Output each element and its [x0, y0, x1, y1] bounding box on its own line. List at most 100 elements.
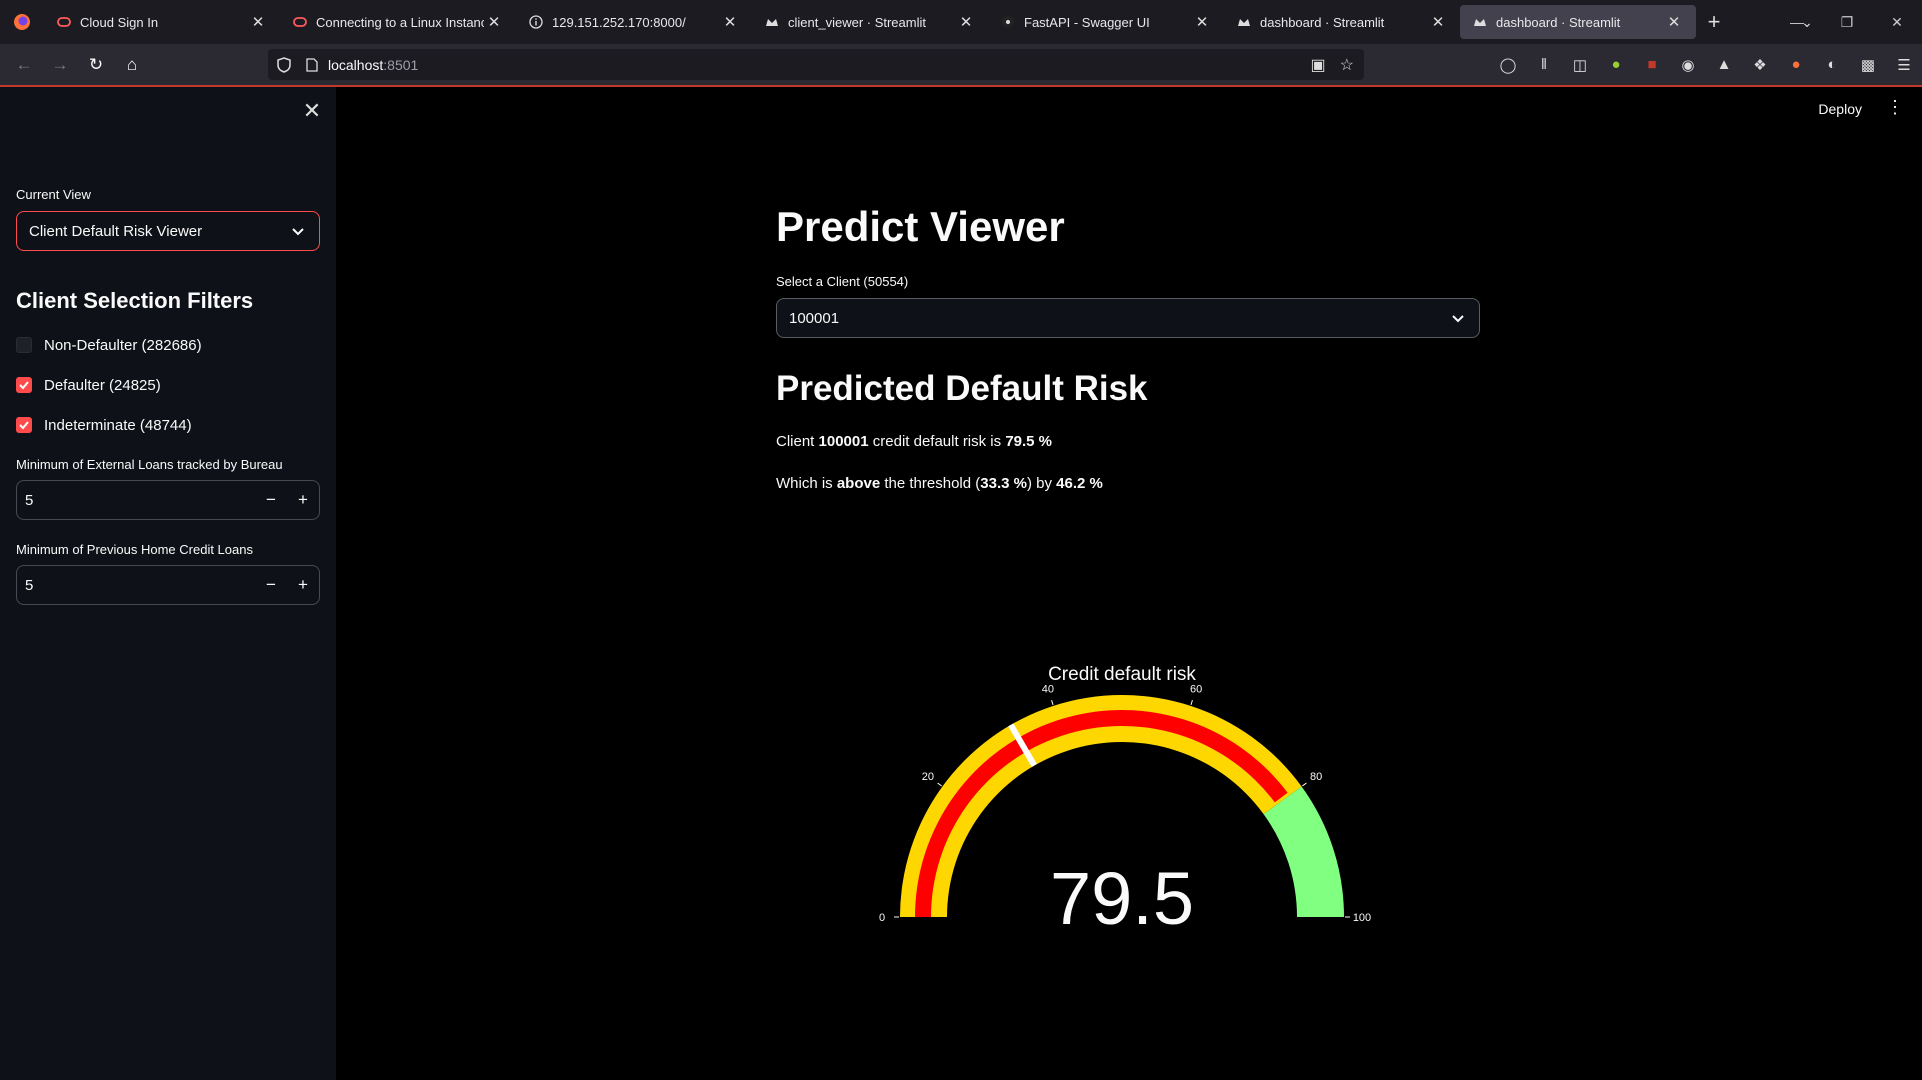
risk-sentence: Client 100001 credit default risk is 79.…: [776, 433, 1053, 450]
close-sidebar-icon[interactable]: ✕: [300, 99, 324, 123]
current-view-select[interactable]: Client Default Risk Viewer: [16, 211, 320, 251]
back-arrow-icon[interactable]: ←: [6, 49, 42, 81]
direction-word: above: [836, 475, 881, 492]
increment-button[interactable]: +: [287, 490, 319, 510]
main-content: Deploy ⋮ Predict Viewer Select a Client …: [336, 87, 1922, 1080]
firefox-logo-icon[interactable]: [0, 0, 44, 44]
window-controls: — ❐ ✕: [1772, 0, 1922, 44]
current-view-value: Client Default Risk Viewer: [29, 222, 203, 240]
sidebar-toggle-icon[interactable]: ◫: [1562, 56, 1598, 74]
close-tab-icon[interactable]: ✕: [956, 13, 976, 31]
url-bar[interactable]: localhost:8501 ▣ ☆: [268, 49, 1364, 80]
deploy-button[interactable]: Deploy: [1818, 101, 1862, 117]
chevron-down-icon: [292, 228, 304, 236]
browser-tab[interactable]: Connecting to a Linux Instance ✕: [280, 5, 516, 39]
client-id: 100001: [818, 433, 869, 450]
screen-share-icon[interactable]: ▣: [1311, 55, 1326, 75]
browser-tab[interactable]: dashboard · Streamlit ✕: [1224, 5, 1460, 39]
close-tab-icon[interactable]: ✕: [1192, 13, 1212, 31]
library-icon[interactable]: ‖: [1526, 56, 1562, 73]
browser-tab[interactable]: 129.151.252.170:8000/ ✕: [516, 5, 752, 39]
risk-value: 79.5 %: [1005, 433, 1053, 450]
checkbox-checked-icon[interactable]: [16, 377, 32, 393]
client-select-value: 100001: [789, 309, 840, 327]
tab-title: client_viewer · Streamlit: [788, 14, 926, 30]
sidebar: ✕ Current View Client Default Risk Viewe…: [0, 87, 336, 1080]
gauge-tick: [1302, 782, 1307, 787]
checkbox-checked-icon[interactable]: [16, 417, 32, 433]
pocket-icon[interactable]: ◯: [1490, 56, 1526, 74]
risk-heading: Predicted Default Risk: [776, 369, 1148, 408]
checkbox-box[interactable]: [16, 337, 32, 353]
extension-hat-icon[interactable]: ▲: [1706, 56, 1742, 73]
checkbox-indeterminate[interactable]: Indeterminate (48744): [16, 413, 192, 437]
gauge-tick-label: 80: [1310, 771, 1322, 783]
menu-icon[interactable]: ☰: [1886, 56, 1922, 74]
gauge-tick: [1051, 700, 1054, 706]
gauge-tick-label: 100: [1353, 912, 1371, 924]
threshold-sentence: Which is above the threshold (33.3 %) by…: [776, 475, 1103, 492]
difference-value: 46.2 %: [1056, 475, 1103, 492]
oracle-ring-icon: [56, 14, 72, 30]
close-tab-icon[interactable]: ✕: [248, 13, 268, 31]
gauge-tick: [937, 782, 942, 787]
extension-green-icon[interactable]: ●: [1598, 56, 1634, 73]
previous-loans-input[interactable]: 5 − +: [16, 565, 320, 605]
filters-title: Client Selection Filters: [16, 288, 254, 313]
more-options-icon[interactable]: ⋮: [1886, 97, 1904, 118]
browser-tab[interactable]: Cloud Sign In ✕: [44, 5, 280, 39]
checkbox-label: Non-Defaulter (282686): [44, 336, 202, 354]
extension-fox-icon[interactable]: ●: [1778, 56, 1814, 73]
minimize-icon[interactable]: —: [1772, 0, 1822, 44]
extension-glasses-icon[interactable]: ◐: [1814, 56, 1850, 73]
bureau-loans-value[interactable]: 5: [17, 492, 255, 509]
threshold-value: 33.3 %: [980, 475, 1027, 492]
browser-tab[interactable]: client_viewer · Streamlit ✕: [752, 5, 988, 39]
page-icon[interactable]: [300, 57, 324, 72]
close-tab-icon[interactable]: ✕: [1428, 13, 1448, 31]
reload-icon[interactable]: ↻: [78, 49, 114, 81]
extensions-puzzle-icon[interactable]: ❖: [1742, 56, 1778, 74]
swagger-icon: [1000, 14, 1016, 30]
bureau-loans-label: Minimum of External Loans tracked by Bur…: [16, 457, 283, 472]
previous-loans-value[interactable]: 5: [17, 577, 255, 594]
browser-tab[interactable]: dashboard · Streamlit ✕: [1460, 5, 1696, 39]
page-title: Predict Viewer: [776, 203, 1065, 250]
close-tab-icon[interactable]: ✕: [720, 13, 740, 31]
close-tab-icon[interactable]: ✕: [1664, 13, 1684, 31]
decrement-button[interactable]: −: [255, 490, 287, 510]
chevron-down-icon: [1452, 315, 1464, 323]
forward-arrow-icon[interactable]: →: [42, 49, 78, 81]
tab-title: dashboard · Streamlit: [1496, 14, 1621, 30]
shield-icon[interactable]: [268, 56, 300, 73]
client-select[interactable]: 100001: [776, 298, 1480, 338]
bookmark-star-icon[interactable]: ☆: [1340, 55, 1354, 75]
toolbar-icons: ◯ ‖ ◫ ● ■ ◉ ▲ ❖ ● ◐ ▩ ☰: [1490, 44, 1922, 85]
oracle-ring-icon: [292, 14, 308, 30]
gauge-title: Credit default risk: [1048, 664, 1196, 685]
extension-doc-icon[interactable]: ▩: [1850, 56, 1886, 74]
browser-nav-bar: ← → ↻ ⌂ localhost:8501 ▣ ☆ ◯ ‖ ◫ ● ■ ◉ ▲…: [0, 44, 1922, 85]
bureau-loans-input[interactable]: 5 − +: [16, 480, 320, 520]
gauge-tick-label: 40: [1042, 684, 1054, 696]
extension-w-icon[interactable]: ◉: [1670, 56, 1706, 74]
extension-ublock-icon[interactable]: ■: [1634, 56, 1670, 73]
new-tab-button[interactable]: +: [1696, 9, 1732, 35]
checkbox-non-defaulter[interactable]: Non-Defaulter (282686): [16, 333, 202, 357]
tab-title: Cloud Sign In: [80, 14, 159, 30]
info-icon: [528, 14, 544, 30]
close-tab-icon[interactable]: ✕: [484, 13, 504, 31]
gauge-tick-label: 60: [1190, 684, 1202, 696]
previous-loans-label: Minimum of Previous Home Credit Loans: [16, 542, 253, 557]
gauge-tick-label: 20: [922, 771, 934, 783]
checkbox-defaulter[interactable]: Defaulter (24825): [16, 373, 161, 397]
close-window-icon[interactable]: ✕: [1872, 0, 1922, 44]
browser-tab[interactable]: FastAPI - Swagger UI ✕: [988, 5, 1224, 39]
restore-icon[interactable]: ❐: [1822, 0, 1872, 44]
browser-tab-bar: Cloud Sign In ✕ Connecting to a Linux Inst…: [0, 0, 1922, 44]
decrement-button[interactable]: −: [255, 575, 287, 595]
home-icon[interactable]: ⌂: [114, 49, 150, 81]
current-view-label: Current View: [16, 187, 91, 202]
url-text[interactable]: localhost:8501: [328, 57, 418, 73]
increment-button[interactable]: +: [287, 575, 319, 595]
